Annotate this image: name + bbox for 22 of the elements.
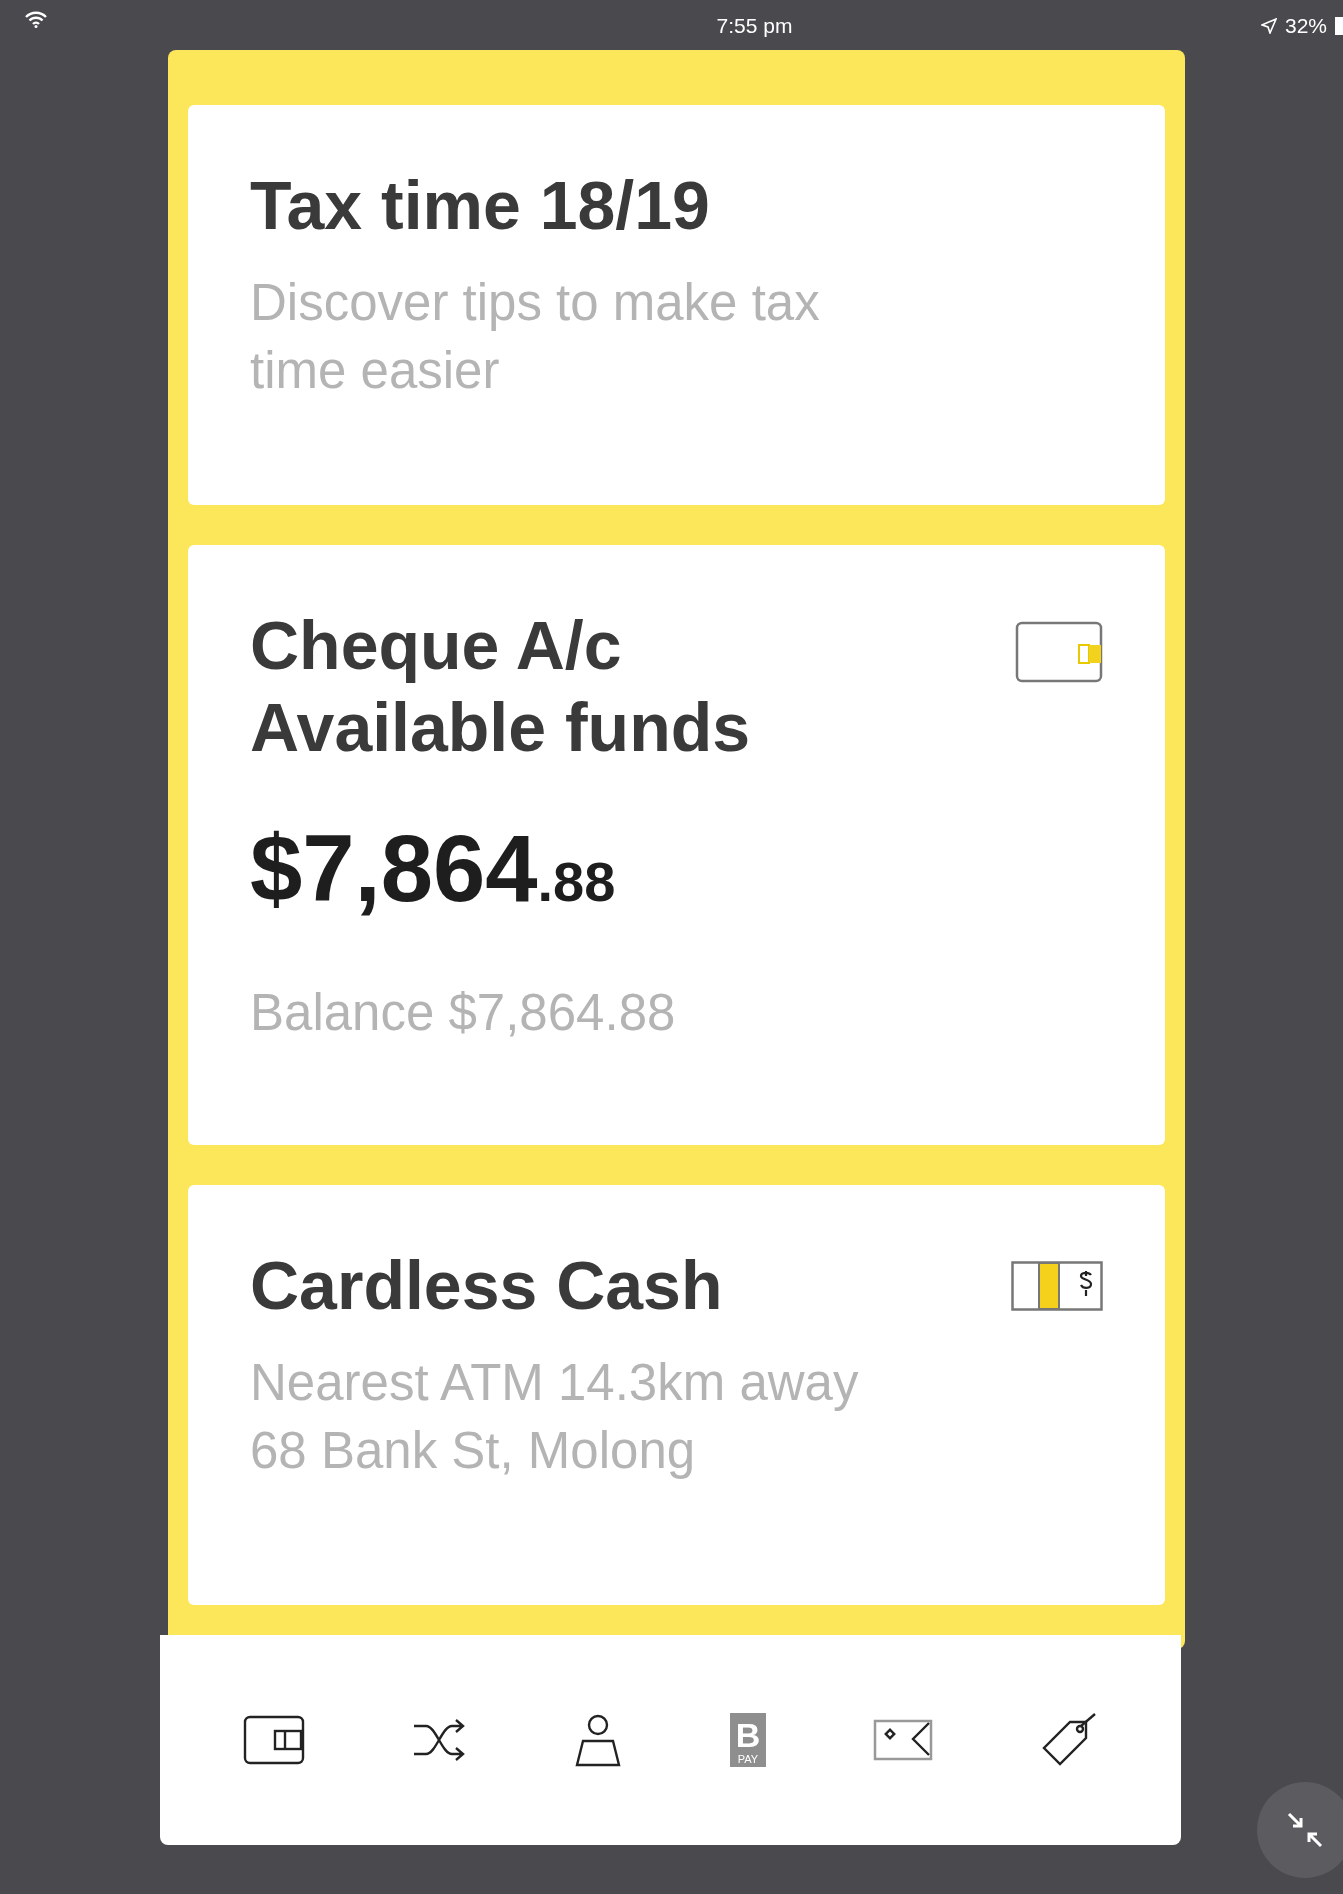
card-icon	[1015, 621, 1103, 683]
battery-icon	[1335, 16, 1343, 35]
card-description: Balance $7,864.88	[250, 983, 677, 1044]
cardless-card[interactable]: Cardless Cash Nearest ATM 14.3km away 68 Bank St, Molong	[188, 1185, 1165, 1605]
card-title: Cardless Cash	[250, 1246, 724, 1325]
card-subtitle: Available funds	[250, 687, 751, 767]
promo-card[interactable]: Tax time 18/19 Discover tips to make tax time easier	[188, 105, 1165, 505]
card-title: Cheque A/c	[250, 606, 623, 685]
shuffle-icon[interactable]	[412, 1716, 467, 1764]
account-card[interactable]: Cheque A/c Available funds $7,864.88 Balance $7,864.88	[188, 545, 1165, 1145]
cash-note-icon	[1011, 1261, 1103, 1311]
wifi-icon	[24, 10, 48, 28]
balance-amount: $7,864.88	[250, 815, 617, 924]
envelope-icon[interactable]	[872, 1719, 933, 1761]
collapse-icon	[1285, 1810, 1325, 1850]
card-description: Discover tips to make tax time easier	[250, 272, 820, 402]
card-title: Tax time 18/19	[250, 166, 711, 245]
card-description: Nearest ATM 14.3km away 68 Bank St, Molong	[250, 1352, 859, 1482]
battery-percent: 32%	[1284, 13, 1327, 39]
status-time: 7:55 pm	[716, 13, 793, 39]
location-arrow-icon	[1260, 17, 1277, 34]
wallet-icon[interactable]	[243, 1715, 306, 1765]
